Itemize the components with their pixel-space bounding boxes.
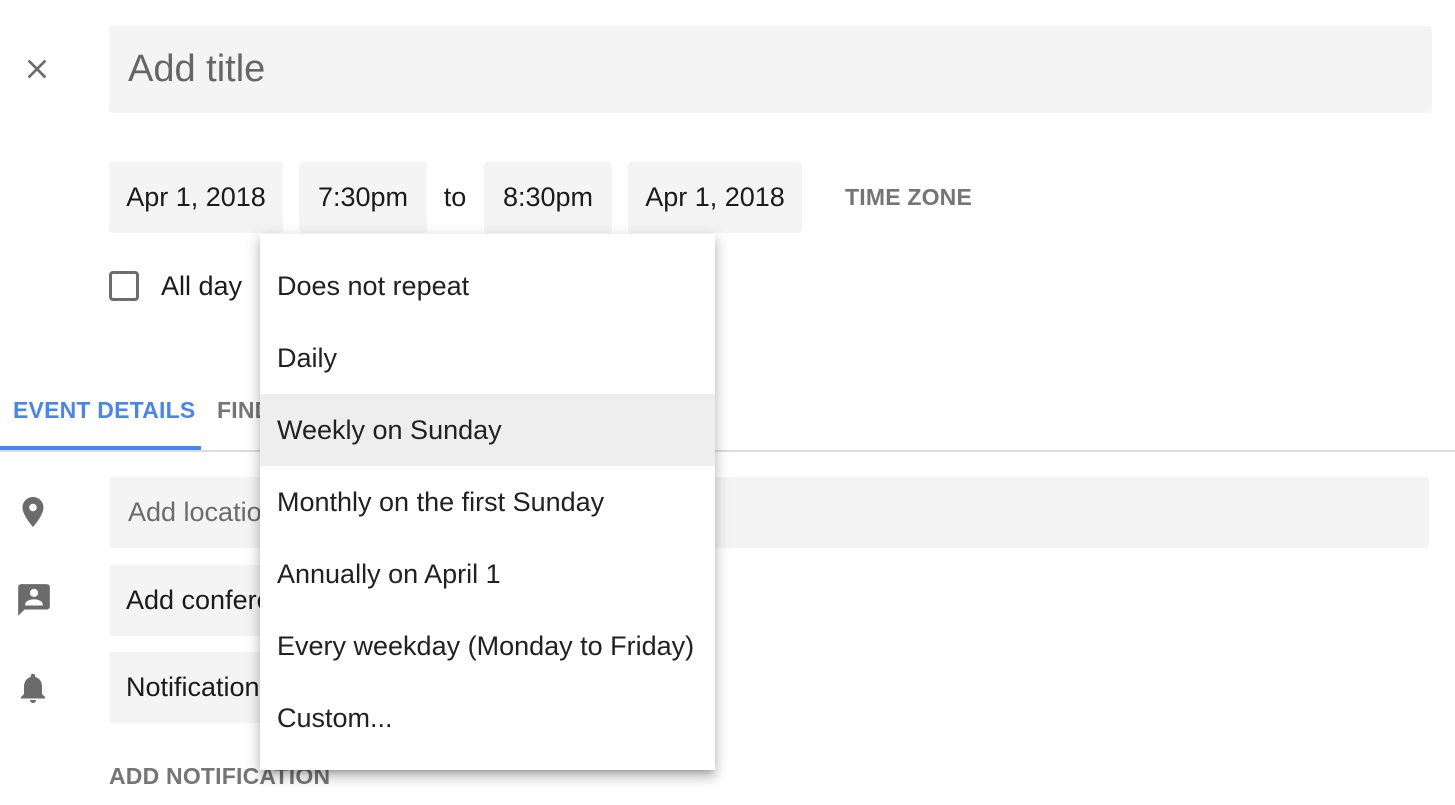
all-day-row: All day <box>109 268 242 304</box>
to-separator: to <box>443 182 467 212</box>
repeat-option-every-weekday[interactable]: Every weekday (Monday to Friday) <box>260 610 715 682</box>
repeat-option-does-not-repeat[interactable]: Does not repeat <box>260 250 715 322</box>
repeat-option-daily[interactable]: Daily <box>260 322 715 394</box>
all-day-label: All day <box>161 270 243 301</box>
end-date-button[interactable]: Apr 1, 2018 <box>628 162 802 233</box>
bell-icon <box>21 673 45 703</box>
close-icon <box>27 59 47 79</box>
tab-divider <box>0 450 1455 452</box>
title-input[interactable] <box>126 47 1432 92</box>
title-field-container <box>109 26 1432 113</box>
location-pin-icon <box>22 497 44 527</box>
repeat-dropdown-menu: Does not repeat Daily Weekly on Sunday M… <box>260 234 715 770</box>
all-day-checkbox[interactable] <box>109 271 139 301</box>
notification-row-icon-wrap <box>13 668 53 708</box>
repeat-option-custom[interactable]: Custom... <box>260 682 715 754</box>
conference-icon <box>18 584 50 616</box>
time-zone-button[interactable]: TIME ZONE <box>845 162 972 233</box>
conference-row-icon-wrap <box>14 580 54 620</box>
end-time-button[interactable]: 8:30pm <box>484 162 612 233</box>
repeat-option-annually[interactable]: Annually on April 1 <box>260 538 715 610</box>
close-button[interactable] <box>14 46 60 92</box>
repeat-option-monthly[interactable]: Monthly on the first Sunday <box>260 466 715 538</box>
tab-find-a-time[interactable]: FIND A TIME <box>217 390 260 430</box>
start-time-button[interactable]: 7:30pm <box>299 162 427 233</box>
repeat-option-weekly[interactable]: Weekly on Sunday <box>260 394 715 466</box>
start-date-button[interactable]: Apr 1, 2018 <box>109 162 283 233</box>
location-row-icon-wrap <box>13 492 53 532</box>
tab-event-details[interactable]: EVENT DETAILS <box>13 390 195 430</box>
